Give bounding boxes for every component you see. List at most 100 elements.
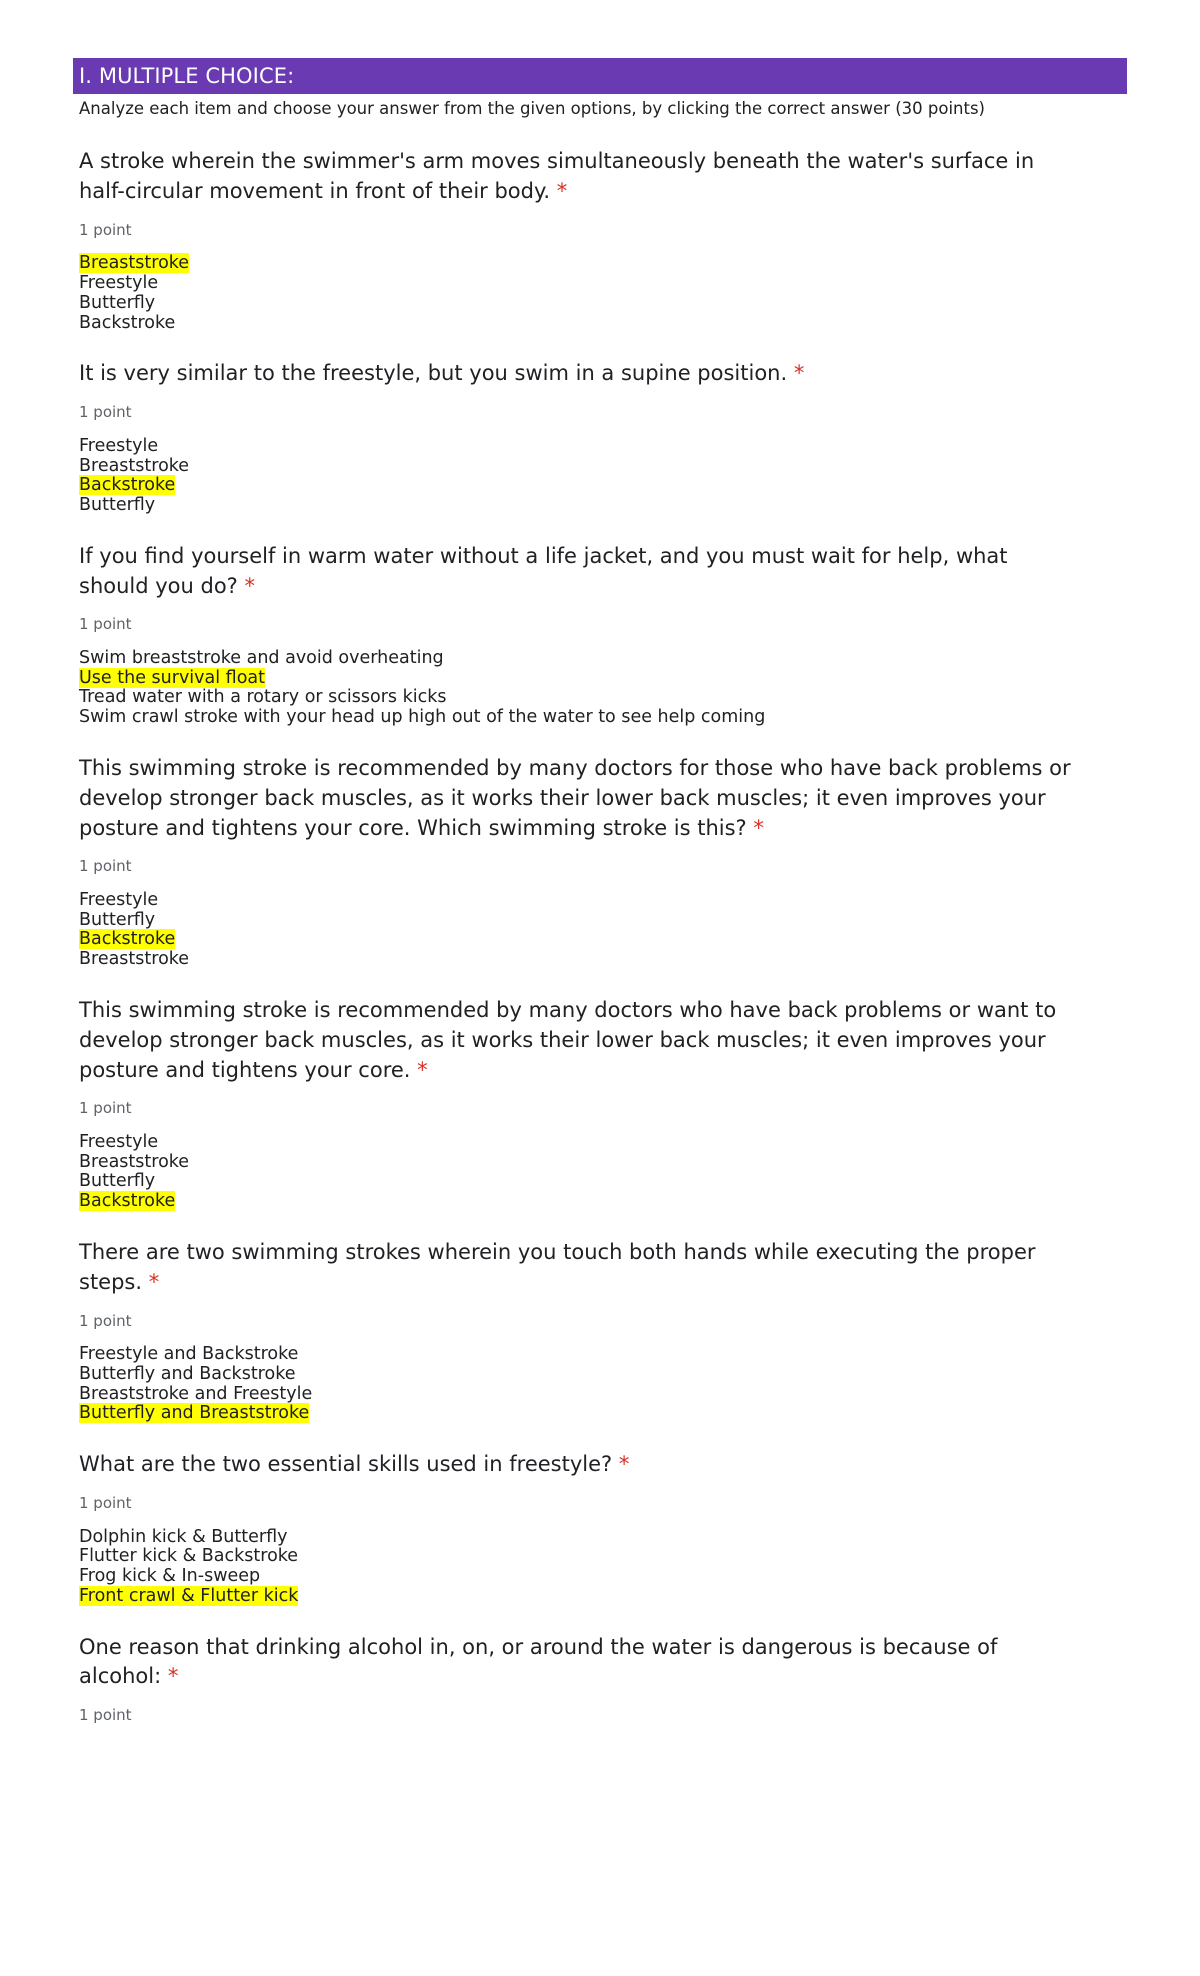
answer-option-label: Butterfly: [79, 292, 156, 313]
answer-option-label: Flutter kick & Backstroke: [79, 1546, 299, 1567]
answer-option-label: Freestyle and Backstroke: [79, 1344, 299, 1365]
question-text-label: This swimming stroke is recommended by m…: [79, 998, 1057, 1082]
question-block: This swimming stroke is recommended by m…: [73, 754, 1133, 970]
answer-option-label: Backstroke: [79, 929, 176, 950]
answer-option-label: Backstroke: [79, 475, 176, 496]
question-text: This swimming stroke is recommended by m…: [79, 754, 1079, 843]
answer-option[interactable]: Swim crawl stroke with your head up high…: [79, 707, 1133, 728]
answer-option-label: Freestyle: [79, 1131, 159, 1152]
answer-option-label: Breaststroke and Freestyle: [79, 1383, 313, 1404]
question-text: One reason that drinking alcohol in, on,…: [79, 1633, 1079, 1693]
answer-option[interactable]: Freestyle: [79, 889, 1133, 911]
answer-options-list: Swim breaststroke and avoid overheating U…: [79, 647, 1133, 728]
required-asterisk-icon: *: [556, 179, 568, 204]
question-text: It is very similar to the freestyle, but…: [79, 359, 1079, 389]
answer-option-label: Butterfly: [79, 1171, 156, 1192]
answer-option[interactable]: Butterfly: [79, 292, 1133, 314]
question-block: This swimming stroke is recommended by m…: [73, 996, 1133, 1212]
answer-option-label: Freestyle: [79, 889, 159, 910]
question-text: There are two swimming strokes wherein y…: [79, 1238, 1079, 1298]
question-block: A stroke wherein the swimmer's arm moves…: [73, 147, 1133, 333]
answer-option[interactable]: Backstroke: [79, 475, 1133, 496]
document-content: I. MULTIPLE CHOICE: Analyze each item an…: [73, 0, 1133, 1726]
question-text-label: If you find yourself in warm water witho…: [79, 543, 1008, 598]
question-points-label: 1 point: [79, 1099, 132, 1118]
answer-option[interactable]: Front crawl & Flutter kick: [79, 1585, 1133, 1607]
question-points-label: 1 point: [79, 857, 132, 876]
question-text: A stroke wherein the swimmer's arm moves…: [79, 147, 1079, 207]
answer-options-list: Freestyle and Backstroke Butterfly and Ba…: [79, 1344, 1133, 1424]
question-points-label: 1 point: [79, 403, 132, 422]
answer-option-label: Swim crawl stroke with your head up high…: [79, 707, 766, 728]
answer-option[interactable]: Backstroke: [79, 313, 1133, 334]
question-points-label: 1 point: [79, 615, 132, 634]
question-text-label: What are the two essential skills used i…: [79, 1452, 613, 1477]
answer-option-label: Breaststroke: [79, 949, 190, 970]
question-text-label: This swimming stroke is recommended by m…: [79, 756, 1071, 840]
question-text: If you find yourself in warm water witho…: [79, 542, 1079, 602]
required-asterisk-icon: *: [417, 1057, 428, 1082]
question-text-label: There are two swimming strokes wherein y…: [79, 1240, 1036, 1294]
question-text-label: One reason that drinking alcohol in, on,…: [79, 1634, 998, 1689]
answer-option-label: Butterfly and Backstroke: [79, 1363, 296, 1384]
answer-option[interactable]: Breaststroke: [79, 1151, 1133, 1173]
question-text-label: It is very similar to the freestyle, but…: [79, 361, 788, 386]
required-asterisk-icon: *: [753, 815, 764, 840]
answer-option[interactable]: Butterfly: [79, 909, 1133, 931]
answer-option[interactable]: Freestyle: [79, 1131, 1133, 1153]
answer-option[interactable]: Breaststroke and Freestyle: [79, 1383, 1133, 1405]
answer-option[interactable]: Butterfly: [79, 1172, 1133, 1192]
answer-option[interactable]: Freestyle: [79, 436, 1133, 457]
answer-option-label: Dolphin kick & Butterfly: [79, 1526, 288, 1547]
answer-option-label: Front crawl & Flutter kick: [79, 1585, 299, 1606]
question-points-label: 1 point: [79, 1311, 132, 1330]
section-header-banner: I. MULTIPLE CHOICE:: [73, 58, 1127, 95]
answer-option-label: Butterfly and Breaststroke: [79, 1403, 310, 1424]
required-asterisk-icon: *: [148, 1269, 160, 1294]
answer-option[interactable]: Freestyle: [79, 273, 1133, 294]
questions-container: A stroke wherein the swimmer's arm moves…: [73, 147, 1133, 1725]
answer-option-label: Breaststroke: [79, 253, 190, 274]
answer-option[interactable]: Tread water with a rotary or scissors ki…: [79, 688, 1133, 708]
answer-option[interactable]: Dolphin kick & Butterfly: [79, 1526, 1133, 1548]
answer-option-label: Swim breaststroke and avoid overheating: [79, 647, 444, 668]
answer-option[interactable]: Use the survival float: [79, 667, 1133, 689]
answer-option-label: Tread water with a rotary or scissors ki…: [79, 687, 447, 708]
answer-option[interactable]: Butterfly and Backstroke: [79, 1363, 1133, 1385]
answer-option[interactable]: Frog kick & In-sweep: [79, 1566, 1133, 1587]
answer-options-list: Dolphin kick & Butterfly Flutter kick & B…: [79, 1526, 1133, 1607]
question-block: There are two swimming strokes wherein y…: [73, 1238, 1133, 1424]
answer-option[interactable]: Breaststroke: [79, 949, 1133, 970]
answer-option[interactable]: Freestyle and Backstroke: [79, 1344, 1133, 1365]
section-instructions: Analyze each item and choose your answer…: [79, 99, 985, 119]
answer-option-label: Frog kick & In-sweep: [79, 1566, 261, 1587]
question-block: If you find yourself in warm water witho…: [73, 542, 1133, 728]
answer-option[interactable]: Flutter kick & Backstroke: [79, 1546, 1133, 1567]
answer-option-label: Breaststroke: [79, 455, 190, 476]
answer-option-label: Butterfly: [79, 495, 156, 516]
answer-option[interactable]: Breaststroke: [79, 455, 1133, 477]
answer-options-list: Freestyle Breaststroke Backstroke Butterfly: [79, 436, 1133, 516]
answer-option[interactable]: Butterfly and Breaststroke: [79, 1403, 1133, 1424]
answer-option[interactable]: Backstroke: [79, 929, 1133, 950]
section-header-title: I. MULTIPLE CHOICE:: [79, 64, 295, 88]
answer-option[interactable]: Breaststroke: [79, 253, 1133, 274]
question-points-label: 1 point: [79, 1706, 132, 1725]
answer-option[interactable]: Swim breaststroke and avoid overheating: [79, 647, 1133, 669]
question-block: It is very similar to the freestyle, but…: [73, 359, 1133, 515]
question-block: What are the two essential skills used i…: [73, 1450, 1133, 1606]
answer-options-list: Breaststroke Freestyle Butterfly Backstroke: [79, 253, 1133, 334]
question-text: This swimming stroke is recommended by m…: [79, 996, 1079, 1085]
document-page: I. MULTIPLE CHOICE: Analyze each item an…: [0, 0, 1200, 1976]
answer-option-label: Butterfly: [79, 909, 156, 930]
answer-option-label: Breaststroke: [79, 1151, 190, 1172]
answer-option[interactable]: Butterfly: [79, 495, 1133, 516]
answer-option-label: Backstroke: [79, 1191, 176, 1212]
required-asterisk-icon: *: [244, 573, 256, 598]
answer-option-label: Use the survival float: [79, 667, 265, 688]
answer-option[interactable]: Backstroke: [79, 1191, 1133, 1212]
answer-options-list: Freestyle Breaststroke Butterfly Backstroke: [79, 1131, 1133, 1212]
required-asterisk-icon: *: [167, 1664, 179, 1689]
required-asterisk-icon: *: [618, 1452, 630, 1477]
question-block: One reason that drinking alcohol in, on,…: [73, 1633, 1133, 1726]
